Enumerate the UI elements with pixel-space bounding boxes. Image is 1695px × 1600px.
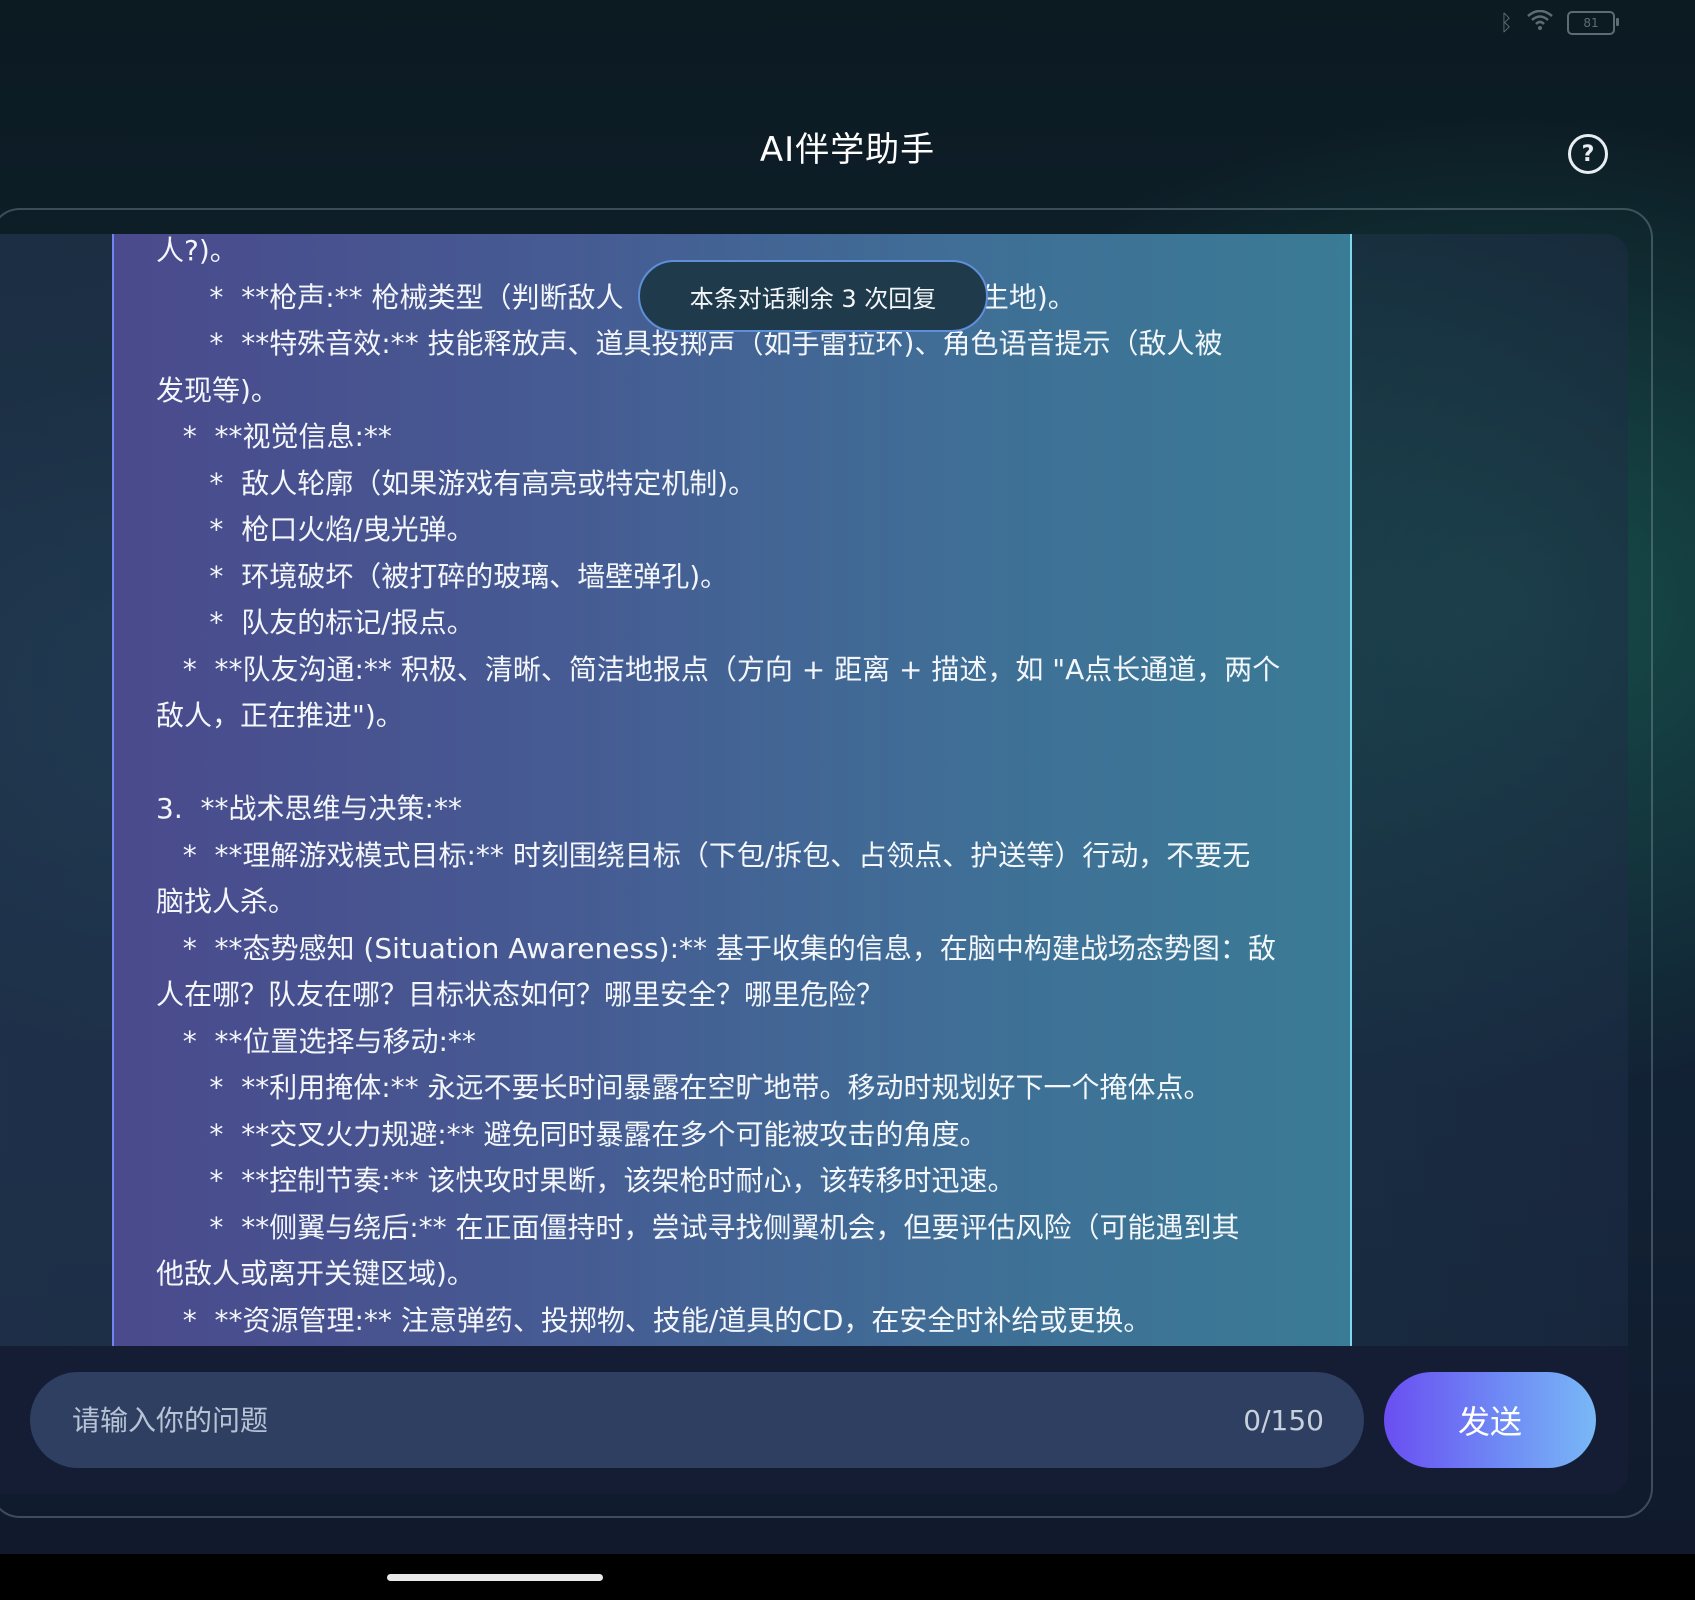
message-line: 人在哪？队友在哪？目标状态如何？哪里安全？哪里危险？ <box>156 978 885 1011</box>
question-input[interactable] <box>70 1402 1244 1438</box>
assistant-message-bubble: 人?)。 * **枪声:** 枪械类型（判断敌人 发生地)。 * **特殊音效:… <box>112 234 1352 1346</box>
message-line: * 枪口火焰/曳光弹。 <box>156 513 475 546</box>
message-line: 脑找人杀。 <box>156 885 297 918</box>
help-glyph: ? <box>1581 141 1595 167</box>
battery-icon: 81 <box>1567 11 1619 35</box>
remaining-replies-toast: 本条对话剩余 3 次回复 <box>638 260 988 332</box>
message-line: 敌人，正在推进")。 <box>156 699 404 732</box>
system-nav-bar <box>0 1554 1695 1600</box>
help-icon[interactable]: ? <box>1568 134 1608 174</box>
assistant-message-text: 人?)。 * **枪声:** 枪械类型（判断敌人 发生地)。 * **特殊音效:… <box>156 234 1306 1344</box>
home-indicator[interactable] <box>387 1574 603 1581</box>
message-line <box>156 740 1306 787</box>
bluetooth-icon: ᛒ <box>1499 10 1513 36</box>
message-line: 3. **战术思维与决策:** <box>156 792 462 825</box>
message-line: * 环境破坏（被打碎的玻璃、墙壁弹孔)。 <box>156 559 729 593</box>
page-title: AI伴学助手 <box>759 130 936 170</box>
message-line: 发现等)。 <box>156 373 279 407</box>
message-line: * **视觉信息:** <box>156 420 392 453</box>
message-line: 他敌人或离开关键区域)。 <box>156 1257 475 1290</box>
message-line: * 队友的标记/报点。 <box>156 606 475 639</box>
char-counter: 0/150 <box>1243 1403 1324 1437</box>
send-button[interactable]: 发送 <box>1384 1372 1596 1468</box>
wifi-icon <box>1527 9 1553 36</box>
message-line: * **队友沟通:** 积极、清晰、简洁地报点（方向 + 距离 + 描述，如 "… <box>156 652 1281 686</box>
battery-level: 81 <box>1583 16 1599 30</box>
message-line: * **利用掩体:** 永远不要长时间暴露在空旷地带。移动时规划好下一个掩体点。 <box>156 1071 1212 1104</box>
status-bar: ᛒ 81 <box>1499 9 1619 36</box>
message-line: * **交叉火力规避:** 避免同时暴露在多个可能被攻击的角度。 <box>156 1117 988 1151</box>
question-input-container: 0/150 <box>30 1372 1364 1468</box>
message-line: * **态势感知 (Situation Awareness):** 基于收集的信… <box>156 931 1276 965</box>
message-line: * **理解游戏模式目标:** 时刻围绕目标（下包/拆包、占领点、护送等）行动，… <box>156 838 1251 872</box>
message-line: * **控制节奏:** 该快攻时果断，该架枪时耐心，该转移时迅速。 <box>156 1164 1016 1197</box>
message-line: * **侧翼与绕后:** 在正面僵持时，尝试寻找侧翼机会，但要评估风险（可能遇到… <box>156 1210 1240 1244</box>
message-line: * **位置选择与移动:** <box>156 1024 476 1058</box>
message-line: * **资源管理:** 注意弹药、投掷物、技能/道具的CD，在安全时补给或更换。 <box>156 1303 1152 1337</box>
message-line: * 敌人轮廓（如果游戏有高亮或特定机制)。 <box>156 466 757 500</box>
